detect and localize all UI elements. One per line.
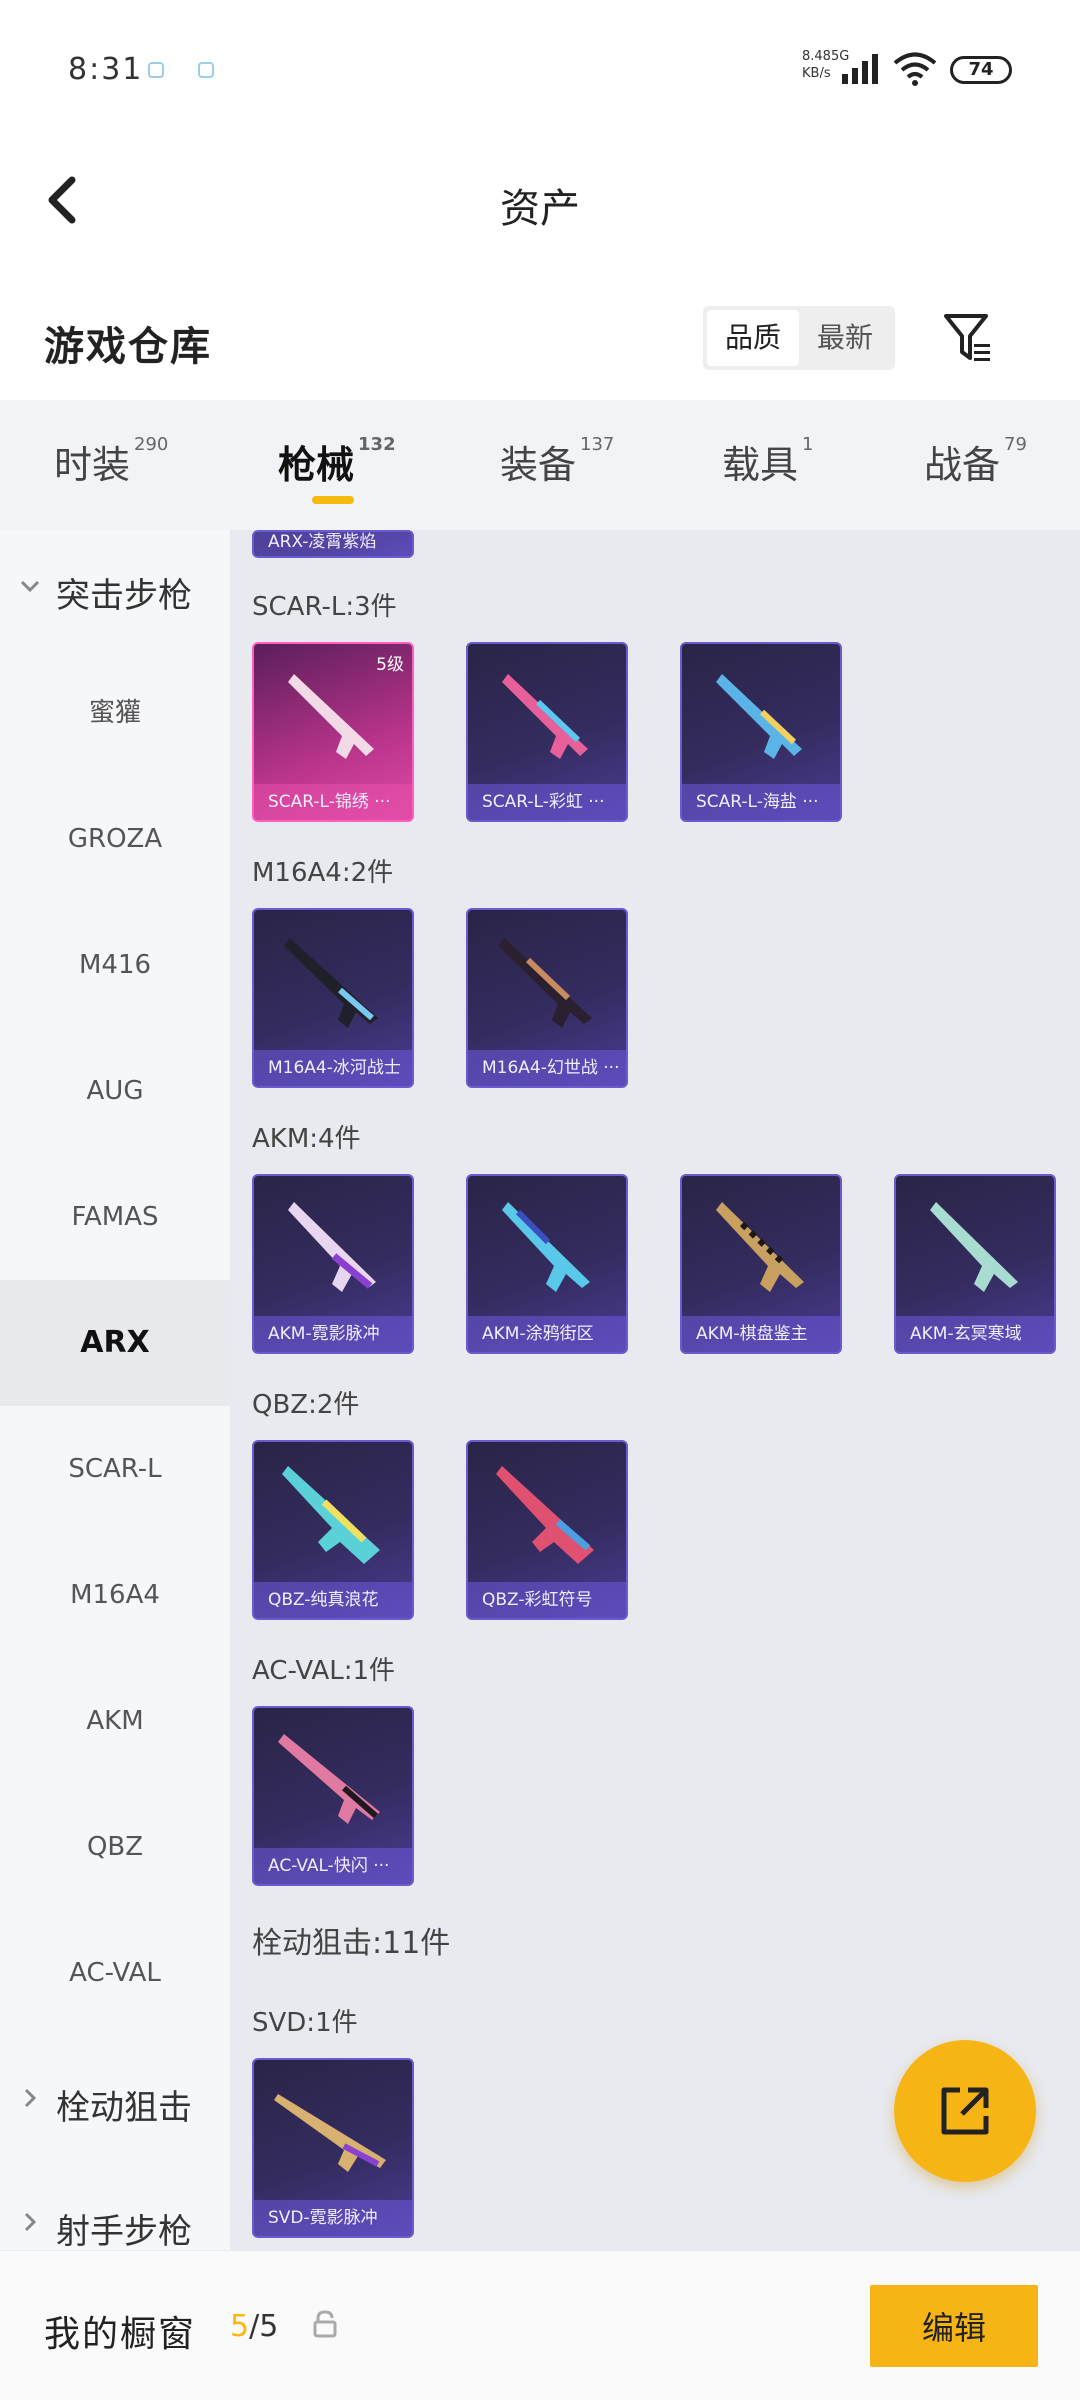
weapon-card[interactable]: ARX-凌霄紫焰 <box>252 530 414 558</box>
weapon-card[interactable]: SVD-霓影脉冲 <box>252 2058 414 2238</box>
rifle-icon <box>716 674 802 759</box>
chevron-right-icon <box>24 2212 37 2232</box>
rifle-icon <box>278 1734 380 1824</box>
notification-icon <box>148 62 164 78</box>
tab-indicator <box>312 496 354 504</box>
rifle-icon <box>502 674 588 759</box>
group-label: SVD:1件 <box>252 2008 358 2038</box>
share-button[interactable] <box>894 2040 1036 2182</box>
weapon-card[interactable]: QBZ-纯真浪花 <box>252 1440 414 1620</box>
status-bar: 8:31 8.485G KB/s 74 <box>0 0 1080 140</box>
group-label: M16A4:2件 <box>252 858 394 888</box>
sidebar-item[interactable]: M16A4 <box>0 1532 230 1658</box>
sidebar-item[interactable]: 蜜獾 <box>0 650 230 776</box>
sidebar-item[interactable]: M416 <box>0 902 230 1028</box>
navbar: 资产 <box>0 140 1080 260</box>
rifle-icon <box>284 938 378 1028</box>
external-link-icon <box>941 2087 989 2135</box>
lock-icon <box>313 2310 337 2338</box>
rifle-icon <box>930 1202 1018 1292</box>
filter-icon[interactable] <box>942 310 994 366</box>
weapon-card[interactable]: QBZ-彩虹符号 <box>466 1440 628 1620</box>
sidebar-item[interactable]: AC-VAL <box>0 1910 230 2036</box>
edit-button[interactable]: 编辑 <box>870 2285 1038 2367</box>
status-time: 8:31 <box>68 52 144 87</box>
weapon-card[interactable]: AKM-涂鸦街区 <box>466 1174 628 1354</box>
group-label: AC-VAL:1件 <box>252 1656 396 1686</box>
rifle-icon <box>288 1202 376 1292</box>
weapon-card[interactable]: AKM-霓影脉冲 <box>252 1174 414 1354</box>
rifle-icon <box>282 1466 380 1564</box>
signal-icon <box>842 54 878 84</box>
category-tabs: 时装 290 枪械 132 装备 137 载具 1 战备 79 <box>0 400 1080 530</box>
sidebar-group-assault-rifles[interactable]: 突击步枪 <box>0 530 230 650</box>
weapon-grid: ARX-凌霄紫焰 SCAR-L:3件 5级 SCAR-L-锦绣 ··· SCAR… <box>230 530 1080 2250</box>
sort-quality-option[interactable]: 品质 <box>707 310 799 366</box>
group-label: QBZ:2件 <box>252 1390 360 1420</box>
weapon-card[interactable]: SCAR-L-海盐 ··· <box>680 642 842 822</box>
showcase-title: 我的橱窗 <box>44 2314 197 2355</box>
warehouse-header: 游戏仓库 品质 最新 <box>0 280 1080 400</box>
sidebar-item[interactable]: AKM <box>0 1658 230 1784</box>
rifle-icon <box>498 938 592 1028</box>
rifle-icon <box>496 1466 594 1564</box>
sidebar-item[interactable]: GROZA <box>0 776 230 902</box>
sidebar-group-bolt-action[interactable]: 栓动狙击 <box>0 2042 230 2162</box>
tab-vehicles[interactable]: 载具 1 <box>722 434 813 489</box>
wifi-icon <box>893 52 937 86</box>
tab-weapons[interactable]: 枪械 132 <box>278 434 396 489</box>
weapon-card[interactable]: AKM-棋盘鉴主 <box>680 1174 842 1354</box>
tab-equipment[interactable]: 装备 137 <box>500 434 614 489</box>
weapon-card[interactable]: M16A4-幻世战 ··· <box>466 908 628 1088</box>
rifle-icon <box>274 2094 386 2172</box>
weapon-card[interactable]: SCAR-L-彩虹 ··· <box>466 642 628 822</box>
section-label: 栓动狙击:11件 <box>252 1926 451 1961</box>
weapon-card[interactable]: 5级 SCAR-L-锦绣 ··· <box>252 642 414 822</box>
rifle-icon <box>502 1202 590 1292</box>
group-label: SCAR-L:3件 <box>252 592 397 622</box>
weapon-card[interactable]: M16A4-冰河战士 <box>252 908 414 1088</box>
sort-newest-option[interactable]: 最新 <box>799 310 891 366</box>
page-title: 资产 <box>500 186 580 232</box>
sidebar-item[interactable]: FAMAS <box>0 1154 230 1280</box>
chevron-down-icon <box>20 580 40 593</box>
weapon-card[interactable]: AC-VAL-快闪 ··· <box>252 1706 414 1886</box>
sidebar-item[interactable]: QBZ <box>0 1784 230 1910</box>
sidebar-item[interactable]: SCAR-L <box>0 1406 230 1532</box>
sidebar-item-active[interactable]: ARX <box>0 1280 230 1406</box>
showcase-count: 5/5 <box>230 2309 279 2344</box>
chevron-right-icon <box>24 2088 37 2108</box>
battery-icon: 74 <box>950 56 1012 84</box>
notification-icon <box>198 62 214 78</box>
weapon-card[interactable]: AKM-玄冥寒域 <box>894 1174 1056 1354</box>
tab-supplies[interactable]: 战备 79 <box>924 434 1027 489</box>
rifle-icon <box>716 1202 804 1292</box>
sort-toggle: 品质 最新 <box>703 306 895 370</box>
group-label: AKM:4件 <box>252 1124 361 1154</box>
warehouse-title: 游戏仓库 <box>44 324 212 370</box>
showcase-bar: 我的橱窗 5/5 编辑 <box>0 2250 1080 2400</box>
sidebar-item[interactable]: AUG <box>0 1028 230 1154</box>
tab-outfits[interactable]: 时装 290 <box>54 434 168 489</box>
sidebar: 突击步枪 蜜獾 GROZA M416 AUG FAMAS ARX SCAR-L … <box>0 530 230 2252</box>
